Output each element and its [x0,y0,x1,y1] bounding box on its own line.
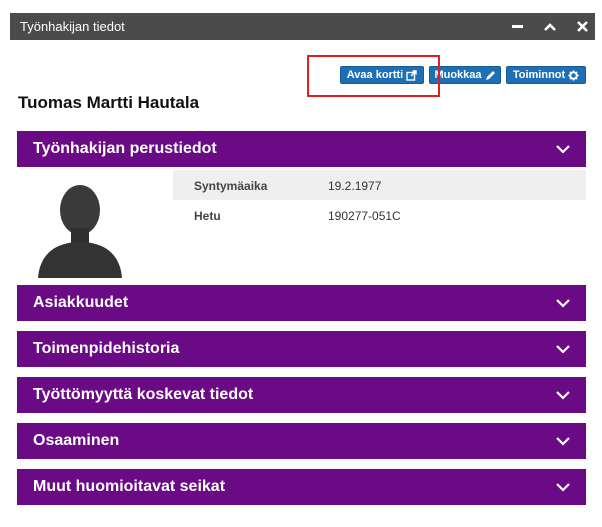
section-title: Työnhakijan perustiedot [33,140,217,157]
info-row-birthdate: Syntymäaika 19.2.1977 [173,170,586,200]
open-card-label: Avaa kortti [346,69,404,81]
info-value: 19.2.1977 [328,179,382,193]
section-title: Asiakkuudet [33,294,129,311]
info-row-hetu: Hetu 190277-051C [173,200,586,230]
open-card-button[interactable]: Avaa kortti [340,66,424,84]
info-label: Syntymäaika [194,179,268,193]
minimize-icon[interactable] [506,13,528,40]
collapse-icon[interactable] [539,13,561,40]
info-label: Hetu [194,209,221,223]
edit-label: Muokkaa [434,69,482,81]
chevron-down-icon [556,437,570,446]
gear-icon [568,69,579,81]
section-unemployment-info[interactable]: Työttömyyttä koskevat tiedot [17,377,586,413]
section-skills[interactable]: Osaaminen [17,423,586,459]
section-other-notes[interactable]: Muut huomioitavat seikat [17,469,586,505]
chevron-down-icon [556,145,570,154]
section-customer-relations[interactable]: Asiakkuudet [17,285,586,321]
window-titlebar: Työnhakijan tiedot [10,13,595,40]
edit-button[interactable]: Muokkaa [429,66,501,84]
section-measure-history[interactable]: Toimenpidehistoria [17,331,586,367]
actions-label: Toiminnot [512,69,566,81]
chevron-down-icon [556,483,570,492]
window-title: Työnhakijan tiedot [20,19,125,34]
chevron-down-icon [556,299,570,308]
section-title: Osaaminen [33,432,120,449]
external-link-icon [406,69,417,81]
info-value: 190277-051C [328,209,401,223]
pencil-icon [485,70,495,80]
section-title: Muut huomioitavat seikat [33,478,226,495]
section-title: Toimenpidehistoria [33,340,180,357]
chevron-down-icon [556,345,570,354]
actions-button[interactable]: Toiminnot [506,66,586,84]
chevron-down-icon [556,391,570,400]
section-basic-info[interactable]: Työnhakijan perustiedot [17,131,586,167]
person-name: Tuomas Martti Hautala [18,93,200,112]
avatar [38,185,122,278]
close-icon[interactable] [571,13,593,40]
section-title: Työttömyyttä koskevat tiedot [33,386,254,403]
